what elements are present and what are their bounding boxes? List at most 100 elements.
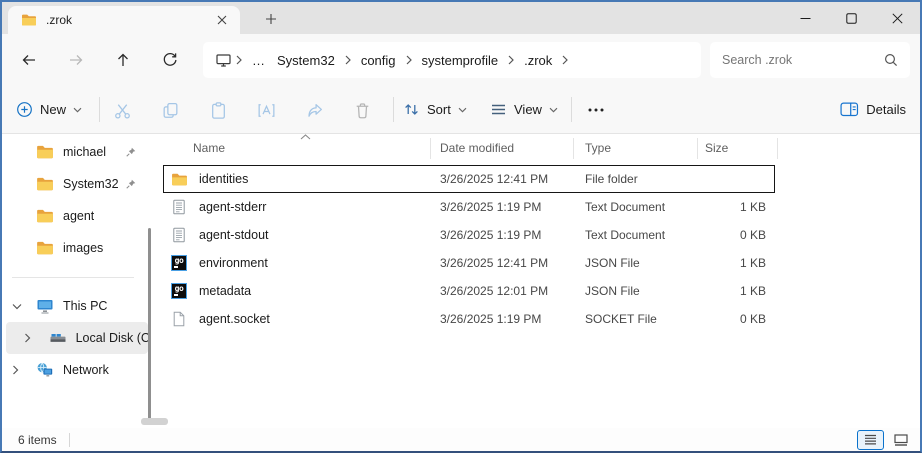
details-view-icon [864,434,877,445]
explorer-tab[interactable]: .zrok [8,6,240,34]
file-row-agent-socket[interactable]: agent.socket 3/26/2025 1:19 PM SOCKET Fi… [163,305,775,333]
close-window-button[interactable] [874,2,920,34]
details-pane-button[interactable]: Details [840,102,906,117]
chevron-down-icon[interactable] [12,303,24,310]
plus-icon [265,13,277,25]
up-button[interactable] [108,46,138,74]
new-tab-button[interactable] [258,8,284,30]
arrow-up-icon [114,51,132,69]
file-name: agent-stderr [199,200,440,214]
breadcrumb-item-system32[interactable]: System32 [271,53,341,68]
file-date: 3/26/2025 12:01 PM [440,284,585,298]
new-button[interactable]: New [16,101,82,118]
column-separator[interactable] [697,138,698,159]
view-button-label: View [514,102,542,117]
view-button[interactable]: View [490,101,558,118]
plus-circle-icon [16,101,33,118]
file-date: 3/26/2025 1:19 PM [440,312,585,326]
arrow-right-icon [67,51,85,69]
arrow-left-icon [20,51,38,69]
this-pc-icon[interactable] [215,52,232,69]
column-header-date-modified[interactable]: Date modified [440,141,514,155]
breadcrumb-item-zrok[interactable]: .zrok [518,53,558,68]
navigation-sidebar: michael System32 agent images This PC [2,134,152,428]
network-icon [36,361,54,379]
sidebar-item-network[interactable]: Network [6,354,148,386]
file-row-metadata[interactable]: go metadata 3/26/2025 12:01 PM JSON File… [163,277,775,305]
column-separator[interactable] [777,138,778,159]
column-header-size[interactable]: Size [705,141,728,155]
sort-arrows-icon [403,101,420,118]
breadcrumb-ellipsis[interactable]: … [246,53,271,68]
rename-button[interactable] [250,94,282,126]
sidebar-item-label: Network [63,363,109,377]
column-header-name[interactable]: Name [193,141,225,155]
paste-button[interactable] [202,94,234,126]
column-separator[interactable] [573,138,574,159]
share-button[interactable] [298,94,330,126]
window-controls [782,2,920,34]
sidebar-item-this-pc[interactable]: This PC [6,290,148,322]
sidebar-item-michael[interactable]: michael [6,136,148,168]
chevron-right-icon [402,55,416,65]
sidebar-item-label: michael [63,145,106,159]
chevron-right-icon [504,55,518,65]
search-box[interactable]: Search .zrok [710,42,910,78]
file-row-agent-stdout[interactable]: agent-stdout 3/26/2025 1:19 PM Text Docu… [163,221,775,249]
file-row-identities[interactable]: identities 3/26/2025 12:41 PM File folde… [163,165,775,193]
tab-close-button[interactable] [212,10,232,30]
forward-button[interactable] [61,46,91,74]
copy-button[interactable] [154,94,186,126]
navigation-bar: … System32 config systemprofile .zrok Se… [2,34,920,86]
refresh-icon [161,51,179,69]
sidebar-item-images[interactable]: images [6,232,148,264]
chevron-right-icon[interactable] [12,365,24,375]
sidebar-item-system32[interactable]: System32 [6,168,148,200]
maximize-button[interactable] [828,2,874,34]
see-more-button[interactable] [580,94,612,126]
breadcrumb-item-systemprofile[interactable]: systemprofile [416,53,505,68]
file-size: 1 KB [709,284,766,298]
toolbar-divider [571,97,572,122]
sidebar-vertical-scrollbar[interactable] [148,228,151,422]
column-header-type[interactable]: Type [585,141,611,155]
sidebar-item-agent[interactable]: agent [6,200,148,232]
folder-icon [171,171,199,188]
file-row-environment[interactable]: go environment 3/26/2025 12:41 PM JSON F… [163,249,775,277]
breadcrumb-item-config[interactable]: config [355,53,402,68]
content-area: michael System32 agent images This PC [2,134,920,428]
sidebar-item-label: images [63,241,103,255]
icons-view-icon [894,434,908,446]
chevron-down-icon [458,107,467,113]
chevron-right-icon[interactable] [24,333,35,343]
sort-button[interactable]: Sort [403,101,467,118]
share-icon [305,101,324,120]
file-row-agent-stderr[interactable]: agent-stderr 3/26/2025 1:19 PM Text Docu… [163,193,775,221]
delete-button[interactable] [346,94,378,126]
file-name: agent-stdout [199,228,440,242]
sidebar-item-local-disk-c[interactable]: Local Disk (C:) [6,322,148,354]
tab-bar: .zrok [2,2,920,34]
file-type: JSON File [585,256,709,270]
cut-button[interactable] [106,94,138,126]
sort-ascending-caret-icon [300,134,311,140]
chevron-right-icon [558,55,572,65]
icons-view-toggle[interactable] [887,430,914,450]
close-icon [217,15,227,25]
column-separator[interactable] [430,138,431,159]
minimize-button[interactable] [782,2,828,34]
refresh-button[interactable] [155,46,185,74]
details-view-toggle[interactable] [857,430,884,450]
file-size: 1 KB [709,200,766,214]
sidebar-item-label: Local Disk (C:) [76,331,148,345]
search-placeholder: Search .zrok [722,53,884,67]
pin-icon [125,146,137,158]
column-headers: Name Date modified Type Size [152,134,920,162]
folder-icon [36,175,54,193]
copy-icon [161,101,180,120]
hard-disk-icon [49,329,67,347]
back-button[interactable] [14,46,44,74]
new-button-label: New [40,102,66,117]
text-document-icon [171,227,199,243]
chevron-right-icon [232,55,246,65]
